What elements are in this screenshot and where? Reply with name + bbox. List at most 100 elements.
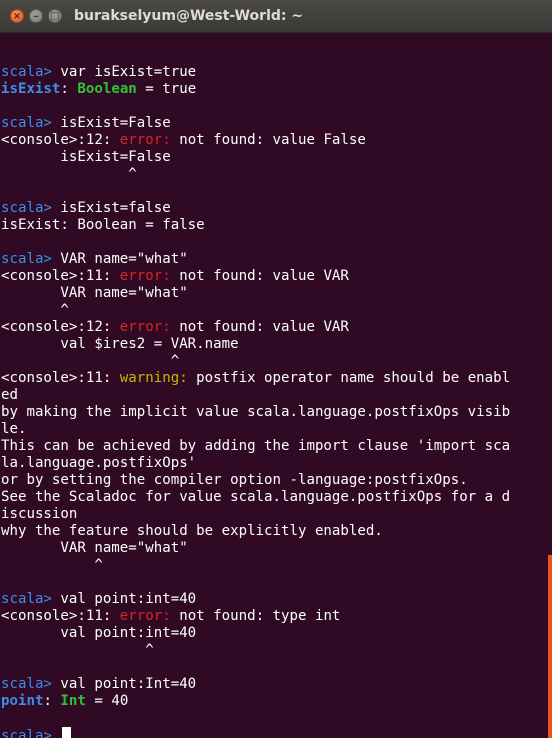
terminal-line: la.language.postfixOps' <box>1 455 510 472</box>
terminal-line: ^ <box>1 166 510 183</box>
terminal-line: scala> isExist=False <box>1 115 510 132</box>
maximize-icon[interactable]: □ <box>48 9 62 23</box>
line-text: VAR name="what" <box>1 285 188 301</box>
terminal-line: VAR name="what" <box>1 285 510 302</box>
line-text: ed <box>1 387 18 403</box>
minimize-icon[interactable]: – <box>29 9 43 23</box>
prompt-text: scala> <box>1 251 52 267</box>
line-text: iscussion <box>1 506 78 522</box>
line-text: by making the implicit value scala.langu… <box>1 404 511 420</box>
result-name: point <box>1 693 44 709</box>
line-text: val point:int=40 <box>1 625 197 641</box>
terminal-line: by making the implicit value scala.langu… <box>1 404 510 421</box>
terminal-line: scala> <box>1 727 510 738</box>
terminal-line: val $ires2 = VAR.name <box>1 336 510 353</box>
line-text: isExist=False <box>51 115 171 131</box>
line-text: ^ <box>1 642 154 658</box>
line-text: why the feature should be explicitly ena… <box>1 523 383 539</box>
line-text: la.language.postfixOps' <box>1 455 197 471</box>
terminal-line: le. <box>1 421 510 438</box>
terminal-line: ^ <box>1 353 510 370</box>
warning-label: warning: <box>119 370 188 386</box>
line-text: <console>:11: <box>1 370 120 386</box>
window-title: burakselyum@West-World: ~ <box>74 8 304 24</box>
prompt-text: scala> <box>1 728 52 738</box>
terminal-line: <console>:12: error: not found: value VA… <box>1 319 510 336</box>
terminal-line: This can be achieved by adding the impor… <box>1 438 510 455</box>
line-text: not found: type int <box>170 608 341 624</box>
line-text: var isExist=true <box>51 64 197 80</box>
prompt-text: scala> <box>1 676 52 692</box>
prompt-text: scala> <box>1 64 52 80</box>
error-label: error: <box>119 319 171 335</box>
line-text: : <box>43 693 61 709</box>
terminal-line: <console>:12: error: not found: value Fa… <box>1 132 510 149</box>
terminal-line: <console>:11: warning: postfix operator … <box>1 370 510 387</box>
line-text: ^ <box>1 166 137 182</box>
line-text: le. <box>1 421 27 437</box>
line-text: val point:Int=40 <box>51 676 197 692</box>
line-text: : <box>60 81 78 97</box>
prompt-text: scala> <box>1 200 52 216</box>
line-text: isExist=False <box>1 149 171 165</box>
line-text: <console>:12: <box>1 319 120 335</box>
line-text: not found: value VAR <box>170 268 349 284</box>
terminal-line: <console>:11: error: not found: type int <box>1 608 510 625</box>
scrollbar[interactable] <box>548 555 552 738</box>
error-label: error: <box>119 132 171 148</box>
terminal-line: ^ <box>1 557 510 574</box>
line-text: ^ <box>1 557 103 573</box>
line-text: See the Scaladoc for value scala.languag… <box>1 489 511 505</box>
line-text: ^ <box>1 302 69 318</box>
terminal-line: scala> isExist=false <box>1 200 510 217</box>
close-icon[interactable]: × <box>10 9 24 23</box>
error-label: error: <box>119 608 171 624</box>
terminal-line: VAR name="what" <box>1 540 510 557</box>
error-label: error: <box>119 268 171 284</box>
line-text: isExist=false <box>51 200 171 216</box>
terminal-line: scala> VAR name="what" <box>1 251 510 268</box>
terminal-line: ed <box>1 387 510 404</box>
terminal-line: val point:int=40 <box>1 625 510 642</box>
prompt-text: scala> <box>1 591 52 607</box>
line-text: VAR name="what" <box>51 251 188 267</box>
result-type: Int <box>60 693 86 709</box>
line-text <box>52 728 61 738</box>
terminal-output: scala> var isExist=true isExist: Boolean … <box>1 47 510 738</box>
result-name: isExist <box>1 81 61 97</box>
terminal-line: why the feature should be explicitly ena… <box>1 523 510 540</box>
terminal-line: <console>:11: error: not found: value VA… <box>1 268 510 285</box>
prompt-text: scala> <box>1 115 52 131</box>
terminal-line: scala> val point:int=40 <box>1 591 510 608</box>
title-bar[interactable]: × – □ burakselyum@West-World: ~ <box>0 0 552 33</box>
terminal-line: point: Int = 40 <box>1 693 510 710</box>
line-text: not found: value VAR <box>170 319 349 335</box>
line-text: <console>:11: <box>1 268 120 284</box>
result-type: Boolean <box>77 81 137 97</box>
line-text: postfix operator name should be enabl <box>187 370 511 386</box>
terminal-line: or by setting the compiler option -langu… <box>1 472 510 489</box>
line-text: ^ <box>1 353 180 369</box>
terminal-area[interactable]: scala> var isExist=true isExist: Boolean … <box>0 33 552 738</box>
terminal-line: isExist=False <box>1 149 510 166</box>
line-text: not found: value False <box>170 132 366 148</box>
line-text: = true <box>136 81 197 97</box>
terminal-line: scala> var isExist=true <box>1 64 510 81</box>
line-text: This can be achieved by adding the impor… <box>1 438 511 454</box>
terminal-line: scala> val point:Int=40 <box>1 676 510 693</box>
terminal-line: isExist: Boolean = true <box>1 81 510 98</box>
terminal-line: isExist: Boolean = false <box>1 217 510 234</box>
line-text: VAR name="what" <box>1 540 188 556</box>
line-text: or by setting the compiler option -langu… <box>1 472 468 488</box>
terminal-line: ^ <box>1 302 510 319</box>
terminal-line: See the Scaladoc for value scala.languag… <box>1 489 510 506</box>
line-text: = 40 <box>85 693 129 709</box>
line-text: isExist: Boolean = false <box>1 217 205 233</box>
line-text: <console>:12: <box>1 132 120 148</box>
